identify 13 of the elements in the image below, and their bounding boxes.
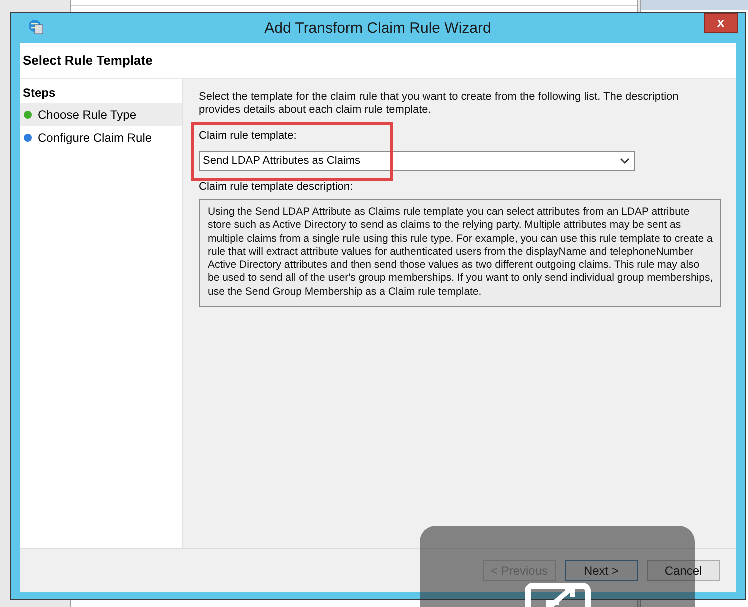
- window-title: Add Transform Claim Rule Wizard: [264, 18, 492, 39]
- description-label: Claim rule template description:: [199, 181, 354, 194]
- app-icon: [28, 19, 44, 35]
- field-label: Claim rule template:: [199, 130, 297, 143]
- description-box: Using the Send LDAP Attribute as Claims rule template you can select attributes from an LDAP attribute store such as Active Directory to send as claims to the relying party. Multiple attributes may be sent as multiple claims from a single rule using this rule type. For example, you can use this rule template to create a rule that will extract attribute values for authenticated users from the displayName and telephoneNumber Active Directory attributes and then send those values as two different outgoing claims. This rule may also be used to send all of the user's group memberships. If you want to only send individual group memberships, use the Send Group Membership as a Claim rule template.: [199, 199, 721, 308]
- intro-text: Select the template for the claim rule that you want to create from the following list. The description provides details about each claim rule template.: [199, 91, 680, 117]
- close-button[interactable]: x: [704, 13, 738, 33]
- next-button[interactable]: Next >: [565, 560, 638, 581]
- steps-title: Steps: [22, 85, 57, 102]
- template-dropdown[interactable]: Send LDAP Attributes as Claims: [199, 151, 635, 171]
- page-title: Select Rule Template: [23, 52, 153, 70]
- step-item[interactable]: Choose Rule Type: [20, 103, 182, 126]
- chevron-down-icon: [620, 158, 630, 164]
